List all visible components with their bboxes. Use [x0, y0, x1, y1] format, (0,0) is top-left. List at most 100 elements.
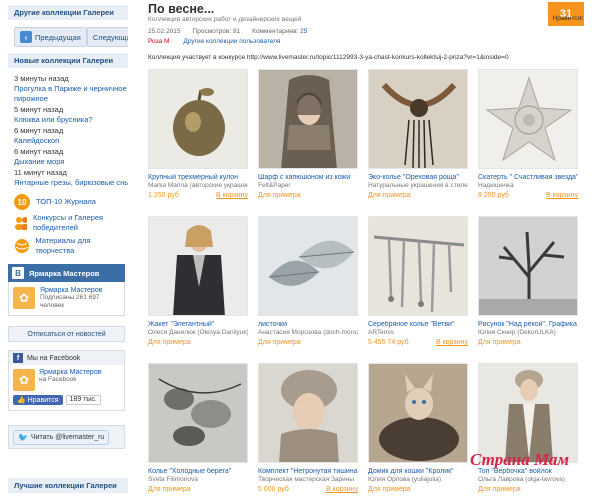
other-collections-link[interactable]: Другие коллекции Галереи: [8, 5, 128, 20]
add-to-cart-link[interactable]: В корзину: [436, 339, 468, 346]
news-time: 6 минут назад: [14, 126, 64, 135]
product-title[interactable]: Эко-колье "Ореховая роща": [368, 174, 468, 181]
product-card[interactable]: листочки Анастасия Морозова (doch-moroza…: [258, 216, 358, 363]
product-card[interactable]: Рисунок "Над рекой". Графика Юлия Скнир …: [478, 216, 578, 363]
product-seller[interactable]: Натуральные украшения в стиле бохо: [368, 182, 468, 189]
vk-header[interactable]: B Ярмарка Мастеров: [8, 264, 125, 282]
product-image[interactable]: [368, 69, 468, 169]
product-seller[interactable]: Ольга Лаврова (olga-lavrova): [478, 476, 578, 483]
product-seller[interactable]: Sveta Filimonova: [148, 476, 248, 483]
publish-date: 25.02.2015: [148, 28, 181, 35]
promo-label: Конкурсы и Галерея победителей: [32, 213, 104, 232]
leaves-photo-icon: [259, 217, 357, 315]
price-row: Для примера: [478, 339, 578, 346]
product-card[interactable]: Топ "Вербочка" войлок Ольга Лаврова (olg…: [478, 363, 578, 500]
product-title[interactable]: Колье "Холодные берега": [148, 468, 248, 475]
vk-title: Ярмарка Мастеров: [29, 268, 100, 278]
product-seller[interactable]: Юлия Орлова (yuliajulia): [368, 476, 468, 483]
unsubscribe-button[interactable]: Отписаться от новостей: [8, 326, 125, 342]
news-link[interactable]: Прогулка в Париже и черничное пирожное: [14, 84, 128, 104]
list-item: 6 минут назад Дыхание моря: [14, 147, 128, 167]
product-card[interactable]: Крупный трехмерный кулон Marka Marina (а…: [148, 69, 248, 216]
promo-list: 10 ТОП-10 Журнала Конкурсы и Галерея поб…: [8, 194, 128, 256]
comments[interactable]: Комментариев: 25: [252, 28, 307, 35]
product-card[interactable]: Жакет "Элегантный" Олеся Данилюк (Olesya…: [148, 216, 248, 363]
product-image[interactable]: [478, 363, 578, 463]
product-title[interactable]: листочки: [258, 321, 358, 328]
product-card[interactable]: Комплект "Нетронутая тишина" Творческая …: [258, 363, 358, 500]
twitter-follow-button[interactable]: 🐦 Читать @livemaster_ru: [13, 429, 110, 445]
product-title[interactable]: Серебряное колье "Ветви": [368, 321, 468, 328]
product-image[interactable]: [148, 363, 248, 463]
promo-contests[interactable]: Конкурсы и Галерея победителей: [8, 213, 128, 233]
product-seller[interactable]: Юлия Скнир (DekorULKA): [478, 329, 578, 336]
product-seller[interactable]: ARTemis: [368, 329, 468, 336]
product-grid: Крупный трехмерный кулон Marka Marina (а…: [148, 69, 588, 500]
product-title[interactable]: Крупный трехмерный кулон: [148, 174, 248, 181]
next-button[interactable]: Следующая ›: [86, 27, 128, 47]
product-title[interactable]: Скатерть " Счастливая звезда": [478, 174, 578, 181]
product-title[interactable]: Шарф с капюшоном из кожи: [258, 174, 358, 181]
product-title[interactable]: Жакет "Элегантный": [148, 321, 248, 328]
stone-necklace-icon: [149, 364, 247, 462]
facebook-widget: f Мы на Facebook ✿ Ярмарка Мастеров на F…: [8, 350, 125, 411]
product-card[interactable]: Серебряное колье "Ветви" ARTemis 5 455 7…: [368, 216, 468, 363]
news-link[interactable]: Янтарные грезы, бирюзовые сны ...: [14, 178, 128, 188]
price-row: Для примера: [368, 486, 468, 493]
prev-button[interactable]: ‹ Предыдущая: [14, 27, 87, 47]
promo-top10[interactable]: 10 ТОП-10 Журнала: [8, 194, 128, 210]
facebook-page-name[interactable]: Ярмарка Мастеров: [39, 369, 101, 376]
news-link[interactable]: Дыхание моря: [14, 157, 128, 167]
product-seller[interactable]: Надюшечка: [478, 182, 578, 189]
product-price: 8 250 руб: [478, 192, 509, 199]
eco-necklace-icon: [369, 70, 467, 168]
add-to-cart-link[interactable]: В корзину: [326, 486, 358, 493]
news-link[interactable]: Клюква или брусника?: [14, 115, 128, 125]
product-image[interactable]: [368, 216, 468, 316]
product-image[interactable]: [478, 216, 578, 316]
product-seller[interactable]: Marka Marina (авторские украшения): [148, 182, 248, 189]
product-seller[interactable]: Felt&Paper: [258, 182, 358, 189]
author-link[interactable]: Роза М: [148, 38, 169, 45]
facebook-like-row: 👍 Нравится 189 тыс.: [13, 395, 120, 405]
product-image[interactable]: [258, 216, 358, 316]
product-image[interactable]: [258, 363, 358, 463]
like-count-badge[interactable]: 31: [548, 2, 584, 26]
add-to-cart-link[interactable]: В корзину: [546, 192, 578, 199]
other-collections-user-link[interactable]: Другие коллекции пользователя: [183, 38, 280, 45]
product-card[interactable]: Эко-колье "Ореховая роща" Натуральные ук…: [368, 69, 468, 216]
product-seller[interactable]: Анастасия Морозова (doch-moroza): [258, 329, 358, 336]
product-image[interactable]: [148, 216, 248, 316]
product-price: Для примера: [148, 339, 191, 346]
product-seller[interactable]: Олеся Данилюк (Olesya Danilyuk): [148, 329, 248, 336]
add-to-cart-link[interactable]: В корзину: [216, 192, 248, 199]
facebook-like-button[interactable]: 👍 Нравится: [13, 395, 63, 405]
product-title[interactable]: Домик для кошки "Кролик": [368, 468, 468, 475]
price-row: Для примера: [258, 192, 358, 199]
product-image[interactable]: [478, 69, 578, 169]
news-link[interactable]: Калейдоскоп: [14, 136, 128, 146]
promo-label: Материалы для творчества: [35, 236, 91, 255]
product-title[interactable]: Рисунок "Над рекой". Графика: [478, 321, 578, 328]
product-card[interactable]: Домик для кошки "Кролик" Юлия Орлова (yu…: [368, 363, 468, 500]
product-card[interactable]: Колье "Холодные берега" Sveta Filimonova…: [148, 363, 248, 500]
product-seller[interactable]: Творческая мастерская Зарины: [258, 476, 358, 483]
product-price: 5 000 руб: [258, 486, 289, 493]
product-image[interactable]: [148, 69, 248, 169]
scarf-photo-icon: [259, 70, 357, 168]
vk-name[interactable]: Ярмарка Мастеров: [40, 287, 102, 294]
product-price: Для примера: [478, 339, 521, 346]
product-price: 1 250 руб: [148, 192, 179, 199]
product-card[interactable]: Шарф с капюшоном из кожи Felt&Paper Для …: [258, 69, 358, 216]
product-image[interactable]: [368, 363, 468, 463]
price-row: 8 250 руб В корзину: [478, 192, 578, 199]
page-subtitle: Коллекция авторских работ и дизайнерских…: [148, 16, 302, 23]
product-image[interactable]: [258, 69, 358, 169]
price-row: 5 000 руб В корзину: [258, 486, 358, 493]
product-title[interactable]: Комплект "Нетронутая тишина": [258, 468, 358, 475]
price-row: 5 455 74 руб В корзину: [368, 339, 468, 346]
like-label[interactable]: Нравится!: [553, 15, 584, 22]
promo-materials[interactable]: Материалы для творчества: [8, 236, 128, 256]
people-icon: [15, 217, 27, 230]
product-card[interactable]: Скатерть " Счастливая звезда" Надюшечка …: [478, 69, 578, 216]
